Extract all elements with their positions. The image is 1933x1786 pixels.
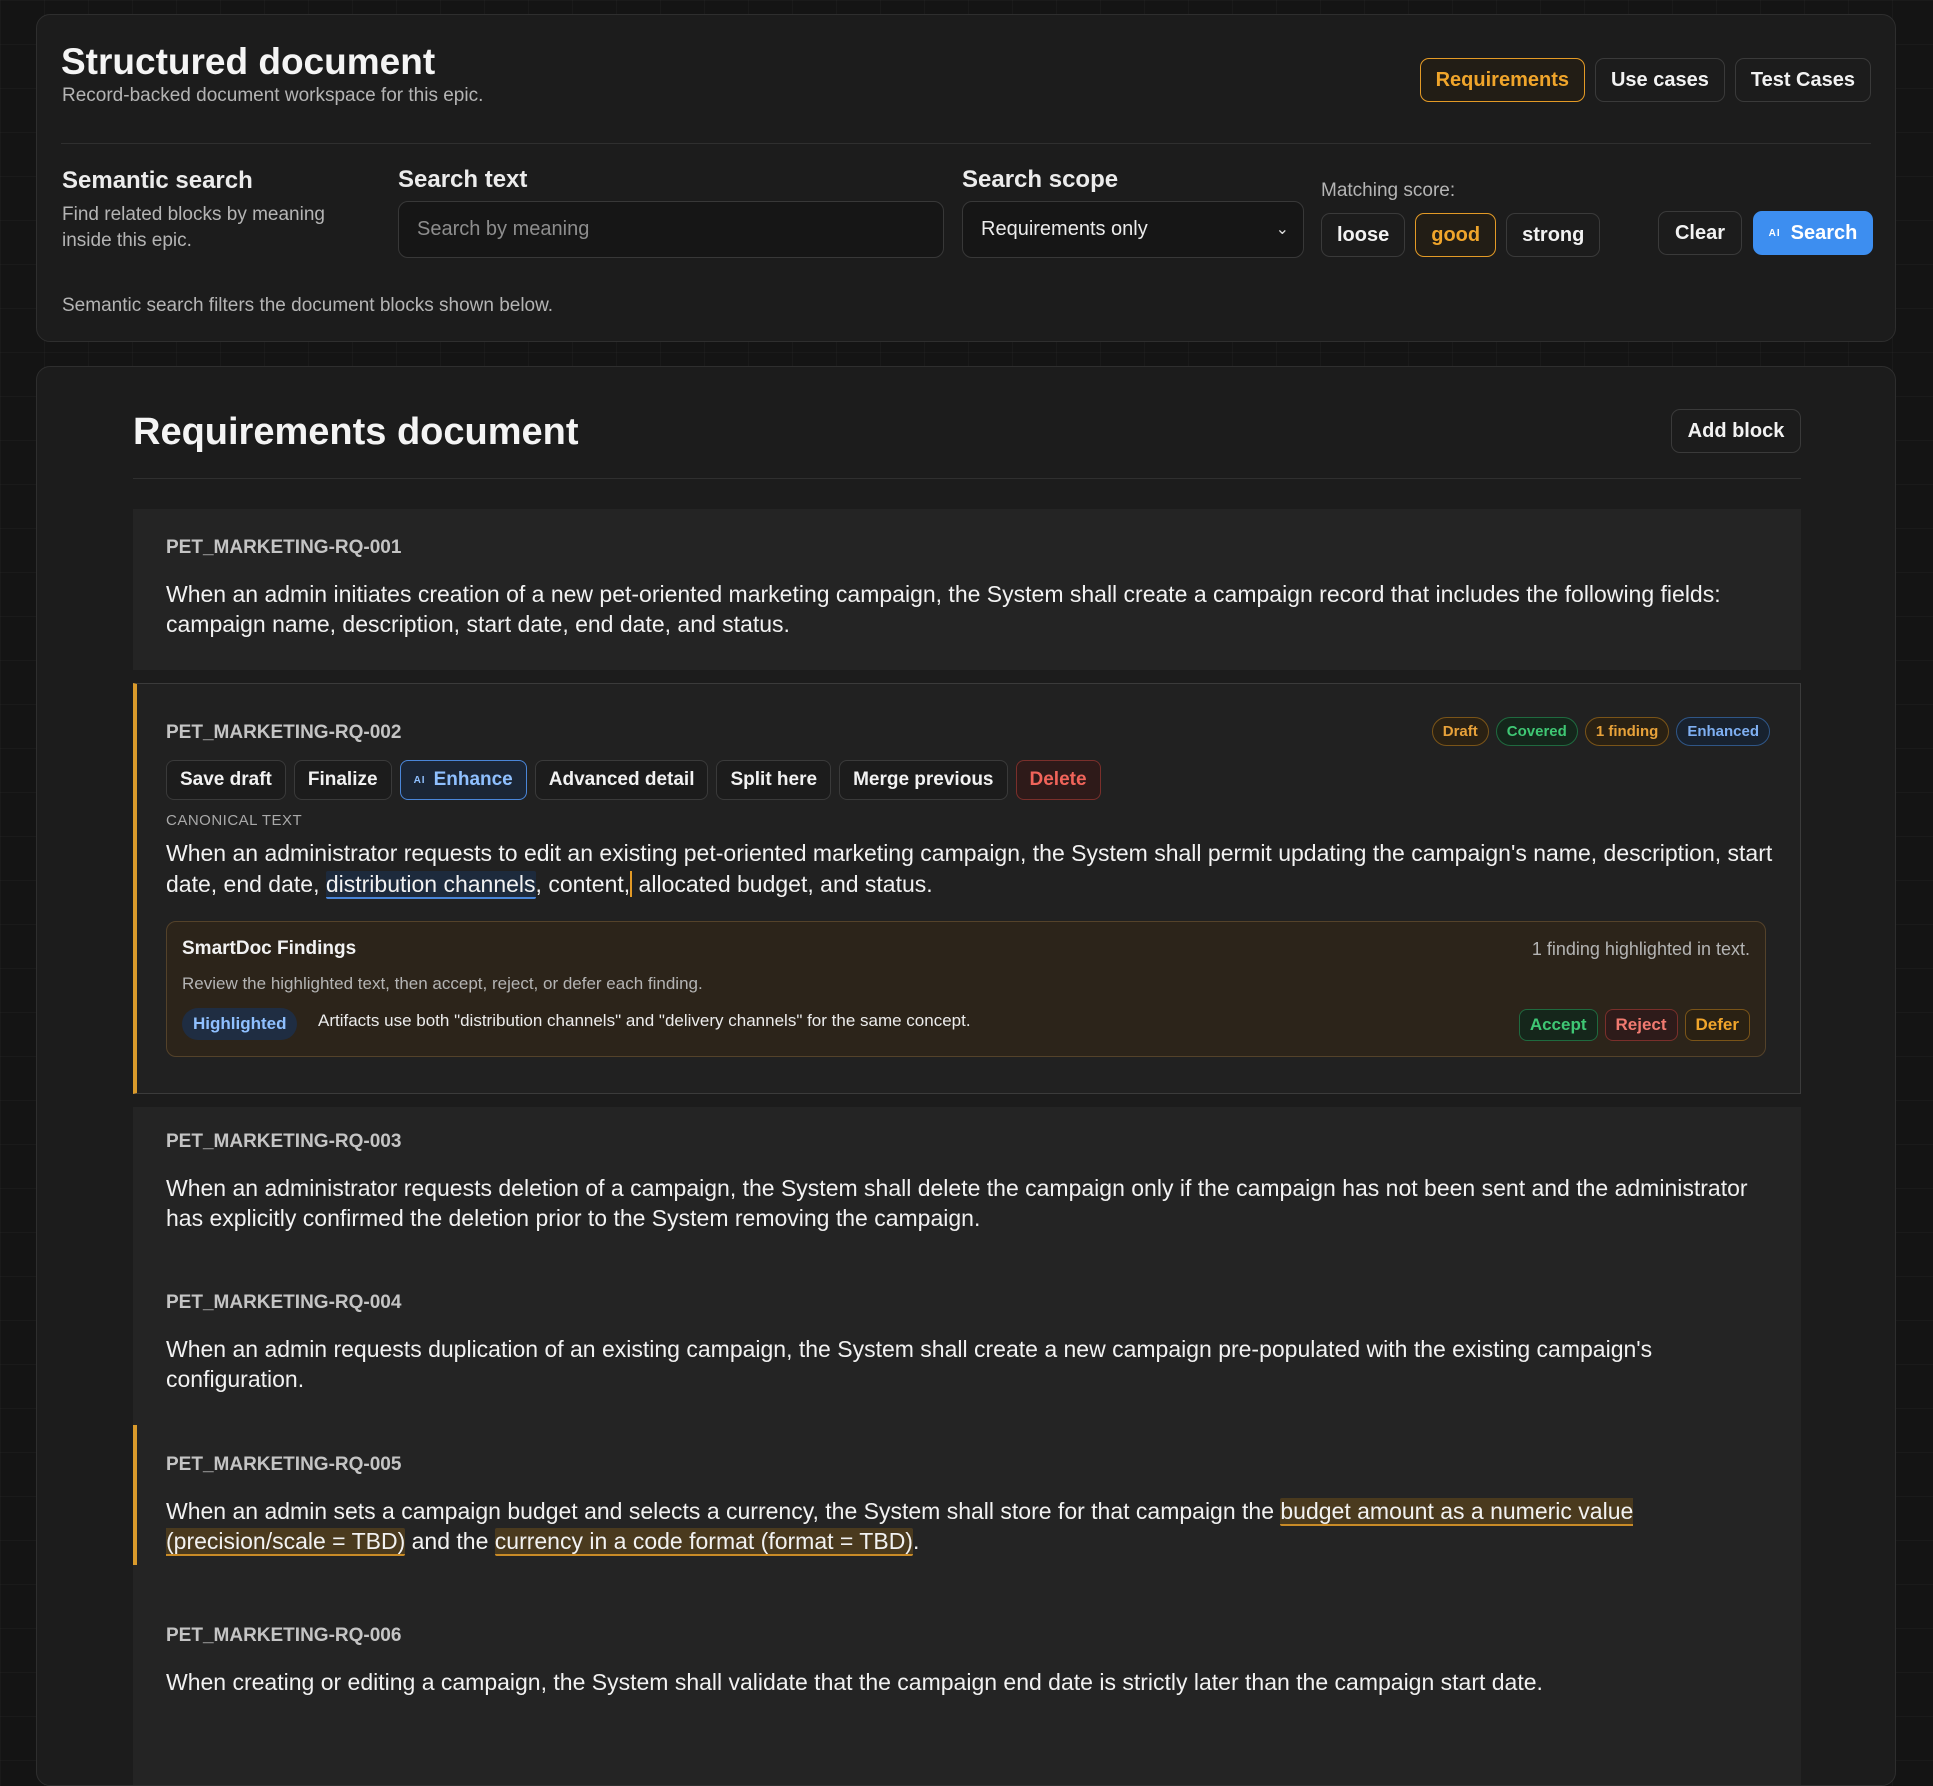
finding-accent-bar — [133, 1425, 137, 1565]
requirement-id: PET_MARKETING-RQ-002 — [166, 722, 402, 743]
enhance-button-label: Enhance — [433, 769, 513, 790]
divider — [133, 478, 1801, 479]
merge-previous-button[interactable]: Merge previous — [839, 760, 1008, 800]
accept-button[interactable]: Accept — [1518, 1009, 1598, 1041]
document-panel: Requirements document Add block PET_MARK… — [36, 366, 1896, 1786]
search-button[interactable]: AI Search — [1753, 211, 1873, 255]
requirement-text[interactable]: When an admin requests duplication of an… — [166, 1334, 1776, 1394]
status-badges: Draft Covered 1 finding Enhanced — [1431, 717, 1770, 746]
search-button-label: Search — [1790, 221, 1858, 244]
document-title: Requirements document — [133, 411, 579, 453]
ai-icon: AI — [1768, 227, 1781, 239]
requirement-id: PET_MARKETING-RQ-006 — [166, 1625, 402, 1646]
search-text-label: Search text — [398, 166, 528, 193]
findings-title: SmartDoc Findings — [182, 938, 357, 959]
requirement-text[interactable]: When an admin sets a campaign budget and… — [166, 1496, 1776, 1556]
divider — [61, 143, 1871, 144]
findings-description: Review the highlighted text, then accept… — [182, 974, 703, 993]
requirement-text[interactable]: When creating or editing a campaign, the… — [166, 1667, 1776, 1697]
enhanced-badge: Enhanced — [1676, 717, 1770, 746]
requirement-text: When an admin initiates creation of a ne… — [166, 581, 1721, 637]
score-good-button[interactable]: good — [1415, 213, 1497, 257]
requirement-block-active[interactable]: PET_MARKETING-RQ-002 Draft Covered 1 fin… — [133, 683, 1801, 1094]
highlighted-chip[interactable]: Highlighted — [182, 1008, 298, 1040]
smartdoc-findings-panel: SmartDoc Findings 1 finding highlighted … — [166, 921, 1766, 1057]
search-scope-value: Requirements only — [981, 218, 1148, 240]
finding-actions: Accept Reject Defer — [1518, 1009, 1750, 1041]
text-segment: and the — [405, 1528, 495, 1554]
enhance-button[interactable]: AI Enhance — [399, 760, 527, 800]
tab-test-cases[interactable]: Test Cases — [1734, 58, 1871, 102]
text-segment: , content, — [535, 871, 631, 897]
requirement-id: PET_MARKETING-RQ-001 — [166, 537, 402, 558]
page-subtitle: Record-backed document workspace for thi… — [62, 85, 484, 106]
split-here-button[interactable]: Split here — [716, 760, 832, 800]
clear-button[interactable]: Clear — [1658, 211, 1742, 255]
search-scope-label: Search scope — [962, 166, 1119, 193]
semantic-search-description: Find related blocks by meaning inside th… — [62, 204, 325, 251]
tab-requirements[interactable]: Requirements — [1419, 58, 1585, 102]
finding-text: Artifacts use both "distribution channel… — [318, 1011, 971, 1030]
finding-highlight[interactable]: distribution channels — [325, 871, 536, 899]
tab-use-cases[interactable]: Use cases — [1594, 58, 1725, 102]
matching-score-options: loose good strong — [1321, 213, 1601, 257]
covered-badge: Covered — [1495, 717, 1578, 746]
requirement-blocks-list: PET_MARKETING-RQ-003 When an administrat… — [133, 1107, 1801, 1785]
semantic-search-title: Semantic search — [62, 167, 253, 194]
text-segment: allocated budget, and status. — [632, 871, 933, 897]
finding-count-badge: 1 finding — [1584, 717, 1670, 746]
finalize-button[interactable]: Finalize — [293, 760, 392, 800]
canonical-text-editor[interactable]: When an administrator requests to edit a… — [166, 838, 1776, 900]
matching-score-label: Matching score: — [1321, 180, 1456, 201]
save-draft-button[interactable]: Save draft — [166, 760, 286, 800]
semantic-search-note: Semantic search filters the document blo… — [62, 295, 554, 316]
advanced-detail-button[interactable]: Advanced detail — [534, 760, 709, 800]
ai-icon: AI — [413, 774, 426, 786]
findings-summary: 1 finding highlighted in text. — [1531, 939, 1750, 959]
score-strong-button[interactable]: strong — [1506, 213, 1601, 257]
block-action-toolbar: Save draft Finalize AI Enhance Advanced … — [166, 760, 1101, 800]
text-segment: . — [912, 1528, 920, 1554]
search-scope-select[interactable]: Requirements only ⌄ — [962, 201, 1304, 258]
reject-button[interactable]: Reject — [1604, 1009, 1678, 1041]
add-block-button[interactable]: Add block — [1671, 409, 1801, 453]
canonical-text-label: CANONICAL TEXT — [166, 812, 303, 829]
view-tabs: Requirements Use cases Test Cases — [1419, 58, 1871, 102]
requirement-id: PET_MARKETING-RQ-005 — [166, 1454, 402, 1475]
delete-button[interactable]: Delete — [1015, 760, 1101, 800]
finding-highlight[interactable]: currency in a code format (format = TBD) — [494, 1528, 913, 1556]
draft-badge: Draft — [1431, 717, 1489, 746]
workspace-header-panel: Structured document Record-backed docume… — [36, 14, 1896, 342]
requirement-block[interactable]: PET_MARKETING-RQ-001 When an admin initi… — [133, 509, 1801, 670]
page-title: Structured document — [61, 41, 436, 82]
search-input[interactable] — [398, 201, 944, 258]
requirement-id: PET_MARKETING-RQ-003 — [166, 1131, 402, 1152]
requirement-text[interactable]: When an administrator requests deletion … — [166, 1173, 1776, 1233]
defer-button[interactable]: Defer — [1684, 1009, 1750, 1041]
text-segment: When an admin sets a campaign budget and… — [166, 1498, 1281, 1524]
requirement-id: PET_MARKETING-RQ-004 — [166, 1292, 402, 1313]
score-loose-button[interactable]: loose — [1321, 213, 1406, 257]
chevron-down-icon: ⌄ — [1275, 221, 1289, 238]
